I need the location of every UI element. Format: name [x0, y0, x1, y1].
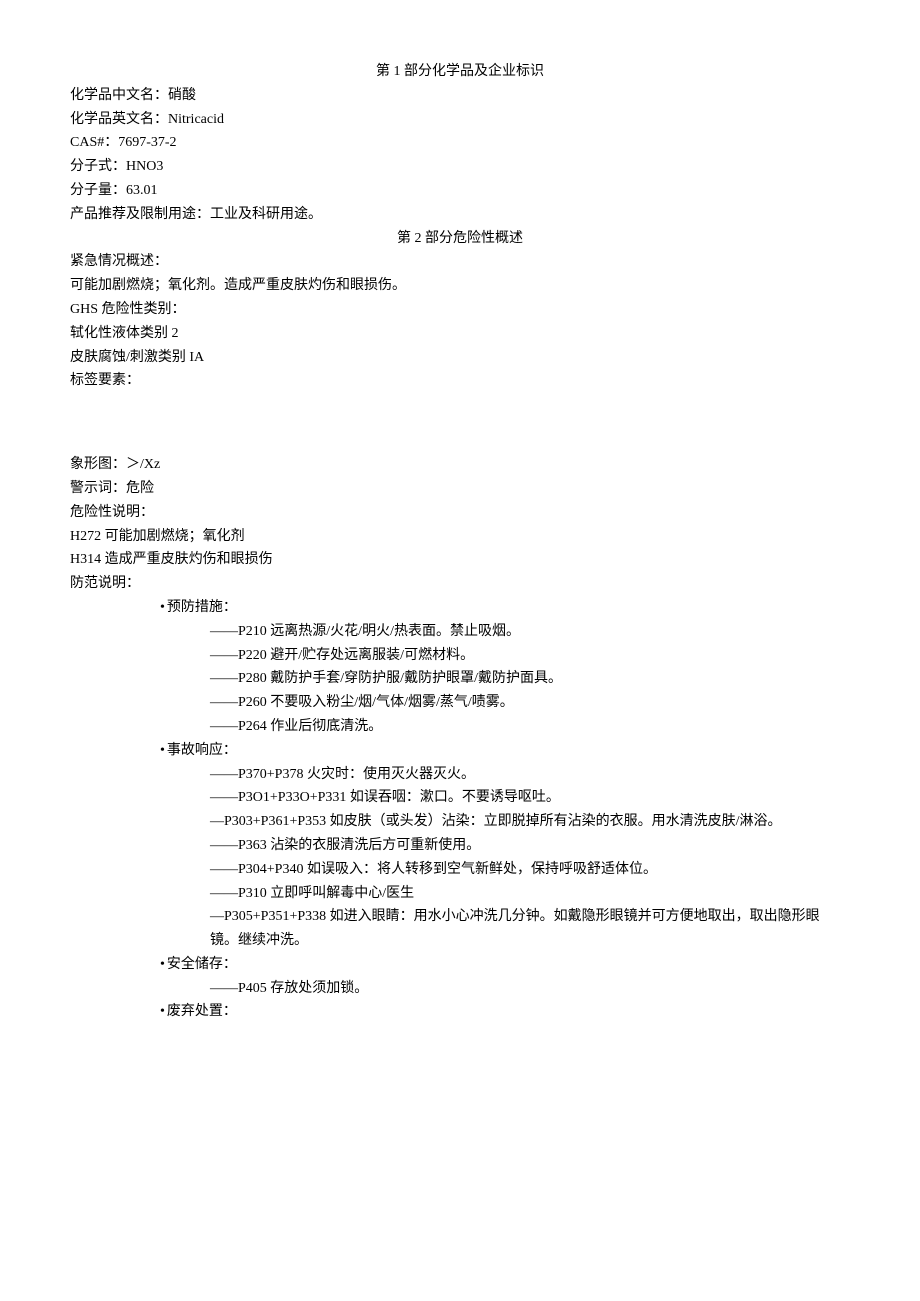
disposal-heading: 废弃处置： — [70, 1000, 850, 1024]
response-item: P310 立即呼叫解毒中心/医生 — [70, 882, 850, 906]
response-heading: 事故响应： — [70, 739, 850, 763]
prevention-item: P260 不要吸入粉尘/烟/气体/烟雾/蒸气/啧雾。 — [70, 691, 850, 715]
response-item: P304+P340 如误吸入：将人转移到空气新鲜处，保持呼吸舒适体位。 — [70, 858, 850, 882]
molecular-formula: 分子式：HNO3 — [70, 155, 850, 179]
storage-heading: 安全储存： — [70, 953, 850, 977]
cas-number: CAS#：7697-37-2 — [70, 131, 850, 155]
emergency-overview-text: 可能加剧燃烧；氧化剂。造成严重皮肤灼伤和眼损伤。 — [70, 274, 850, 298]
ghs-class-2: 皮肤腐蚀/刺激类别 IA — [70, 346, 850, 370]
signal-word: 警示词：危险 — [70, 477, 850, 501]
response-item: P363 沾染的衣服清洗后方可重新使用。 — [70, 834, 850, 858]
chem-name-cn: 化学品中文名：硝酸 — [70, 84, 850, 108]
hazard-h272: H272 可能加剧燃烧；氧化剂 — [70, 525, 850, 549]
molecular-weight: 分子量：63.01 — [70, 179, 850, 203]
hazard-h314: H314 造成严重皮肤灼伤和眼损伤 — [70, 548, 850, 572]
storage-item: P405 存放处须加锁。 — [70, 977, 850, 1001]
pictogram-line: 象形图：＞/Xz — [70, 453, 850, 477]
prevention-item: P220 避开/贮存处远离服装/可燃材料。 — [70, 644, 850, 668]
prevention-item: P280 戴防护手套/穿防护服/戴防护眼罩/戴防护面具。 — [70, 667, 850, 691]
response-item: P370+P378 火灾时：使用灭火器灭火。 — [70, 763, 850, 787]
section-1-title: 第 1 部分化学品及企业标识 — [70, 60, 850, 84]
precaution-label: 防范说明： — [70, 572, 850, 596]
ghs-class-label: GHS 危险性类别： — [70, 298, 850, 322]
hazard-statement-label: 危险性说明： — [70, 501, 850, 525]
section-2-title: 第 2 部分危险性概述 — [70, 227, 850, 251]
chem-name-en: 化学品英文名：Nitricacid — [70, 108, 850, 132]
response-item: P303+P361+P353 如皮肤（或头发）沾染：立即脱掉所有沾染的衣服。用水… — [70, 810, 850, 834]
prevention-heading: 预防措施： — [70, 596, 850, 620]
ghs-class-1: 轼化性液体类别 2 — [70, 322, 850, 346]
emergency-overview-label: 紧急情况概述： — [70, 250, 850, 274]
response-item: P3O1+P33O+P331 如误吞咽：漱口。不要诱导呕吐。 — [70, 786, 850, 810]
prevention-item: P210 远离热源/火花/明火/热表面。禁止吸烟。 — [70, 620, 850, 644]
label-elements-label: 标签要素： — [70, 369, 850, 393]
pictogram-spacer — [70, 393, 850, 453]
response-item: P305+P351+P338 如进入眼睛：用水小心冲洗几分钟。如戴隐形眼镜并可方… — [70, 905, 850, 953]
prevention-item: P264 作业后彻底清洗。 — [70, 715, 850, 739]
recommended-use: 产品推荐及限制用途：工业及科研用途。 — [70, 203, 850, 227]
